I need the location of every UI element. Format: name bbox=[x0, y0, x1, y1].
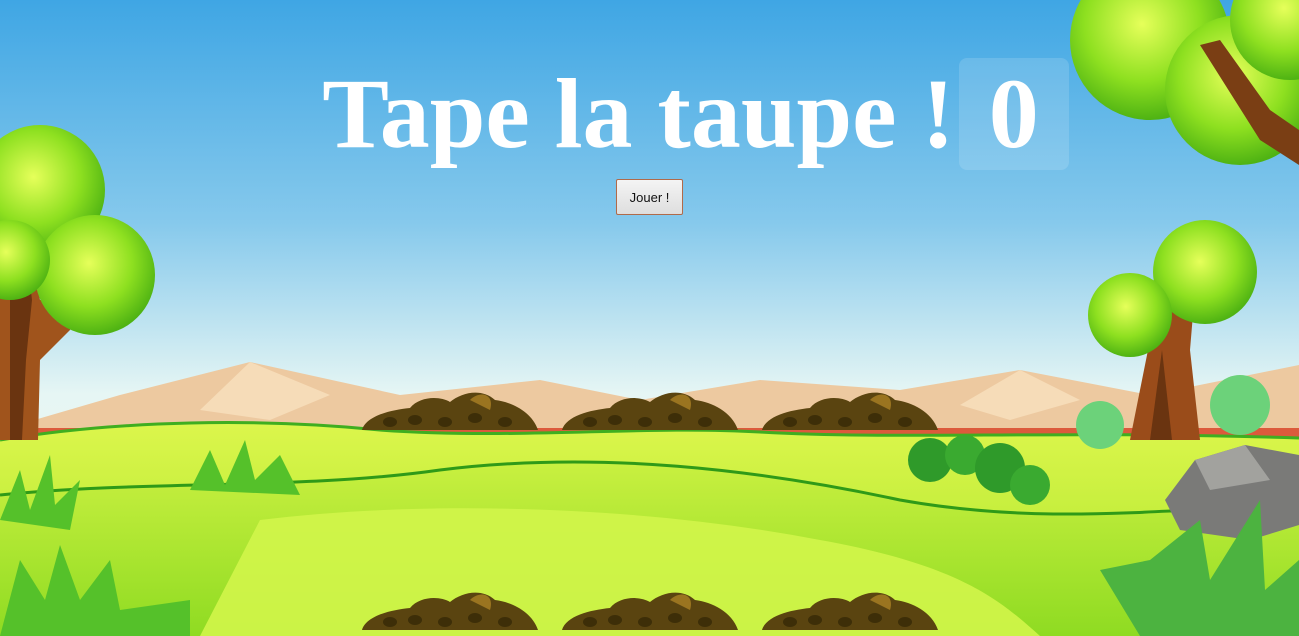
play-button[interactable]: Jouer ! bbox=[616, 179, 683, 215]
game-stage: Tape la taupe ! 0 Jouer ! bbox=[0, 0, 1299, 636]
title-bar: Tape la taupe ! 0 bbox=[0, 58, 1299, 170]
score-counter: 0 bbox=[958, 58, 1069, 170]
game-title: Tape la taupe ! bbox=[322, 58, 955, 169]
